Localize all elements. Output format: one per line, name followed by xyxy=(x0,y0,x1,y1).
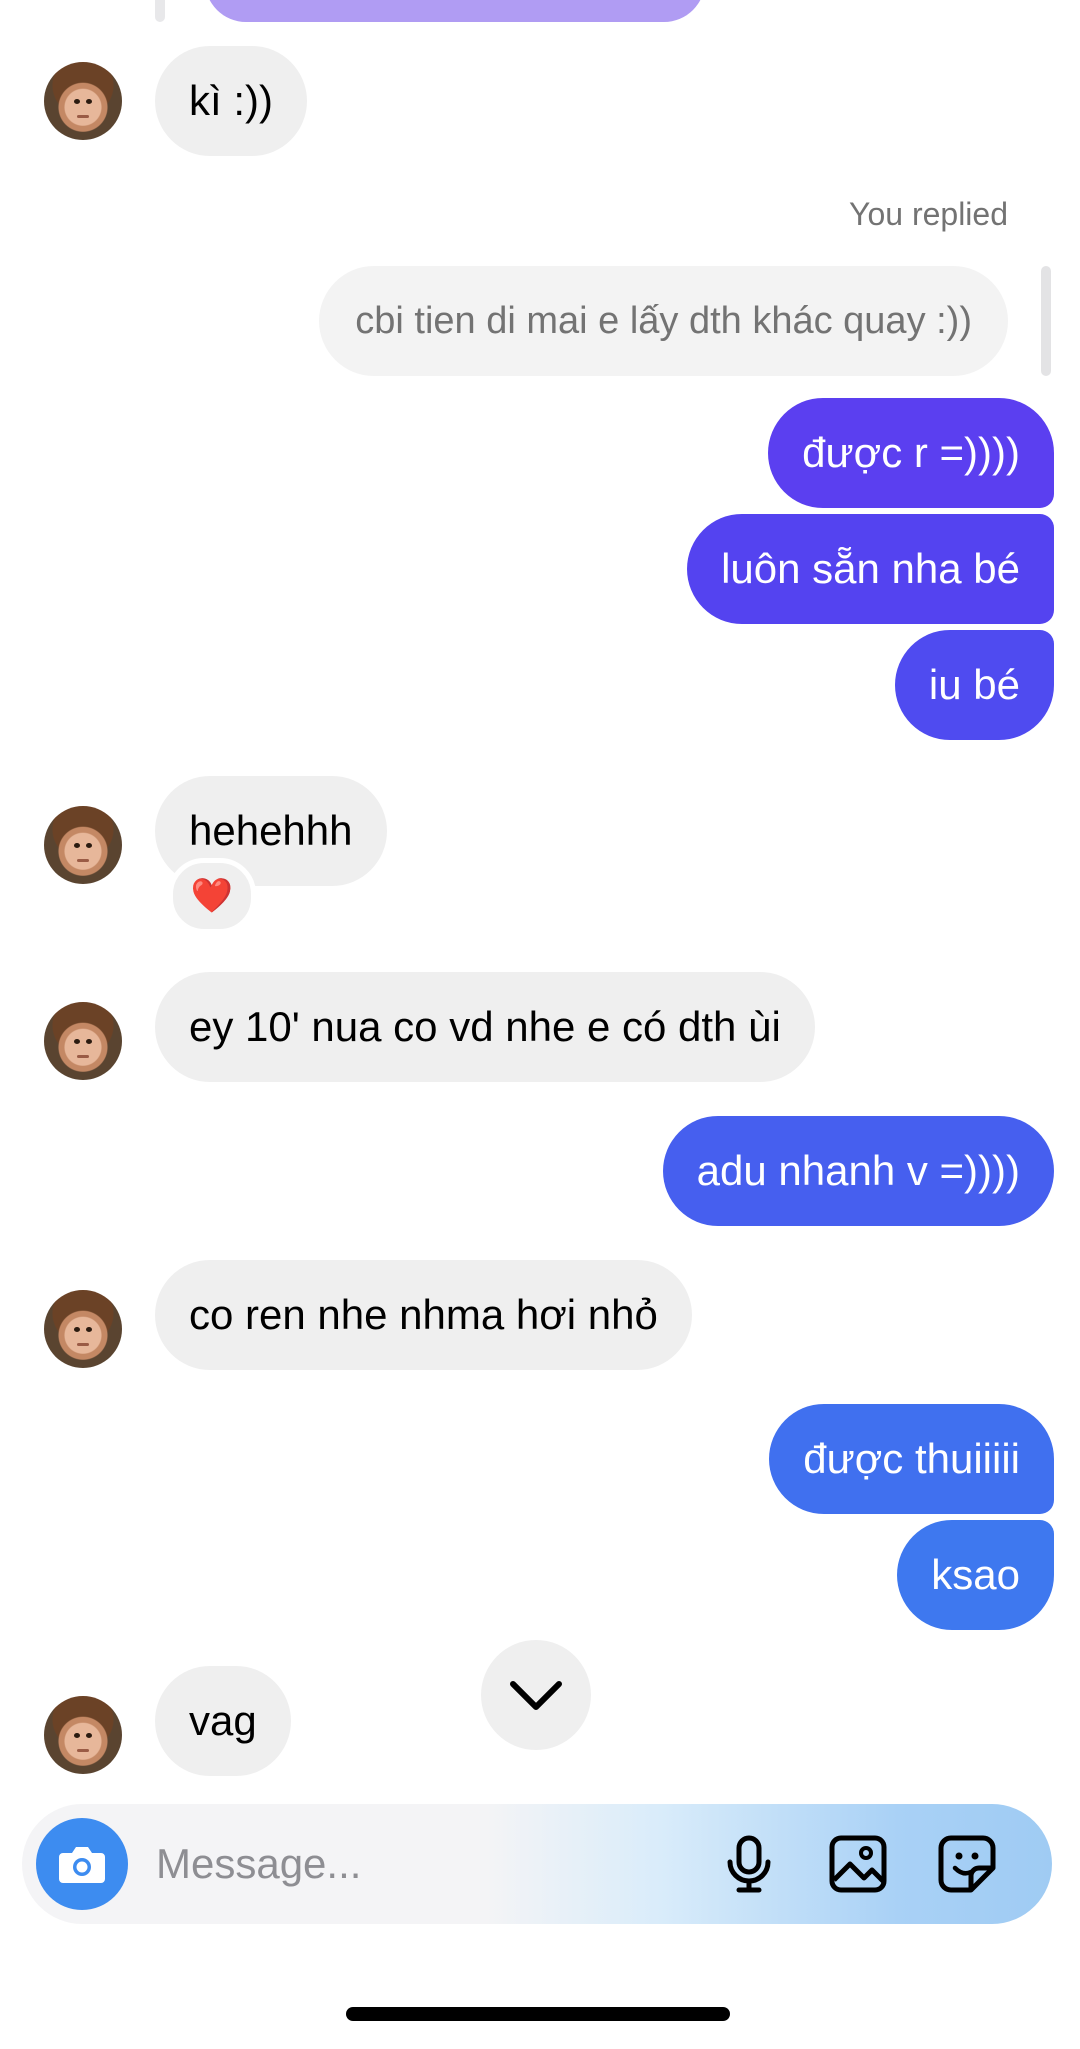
outgoing-message[interactable]: iu bé xyxy=(894,630,1054,740)
incoming-message[interactable]: ey 10' nua co vd nhe e có dth ùi xyxy=(155,972,815,1082)
chevron-down-icon xyxy=(510,1681,562,1710)
avatar[interactable] xyxy=(44,1290,122,1368)
gallery-icon[interactable] xyxy=(828,1834,888,1894)
outgoing-message[interactable]: luôn sẵn nha bé xyxy=(687,514,1054,624)
quote-bar xyxy=(1041,266,1051,376)
avatar[interactable] xyxy=(44,62,122,140)
reply-label: You replied xyxy=(849,196,1008,232)
avatar[interactable] xyxy=(44,1002,122,1080)
incoming-message[interactable]: kì :)) xyxy=(155,46,307,156)
heart-reaction[interactable]: ❤️ xyxy=(168,858,256,934)
outgoing-message[interactable]: được thuiiiii xyxy=(769,1404,1054,1514)
microphone-icon[interactable] xyxy=(719,1834,779,1894)
avatar[interactable] xyxy=(44,1696,122,1774)
scroll-to-bottom-button[interactable] xyxy=(481,1640,591,1750)
home-indicator[interactable] xyxy=(346,2007,730,2021)
camera-icon xyxy=(59,1847,105,1883)
quoted-message[interactable]: cbi tien di mai e lấy dth khác quay :)) xyxy=(319,266,1008,376)
camera-button[interactable] xyxy=(36,1818,128,1910)
avatar[interactable] xyxy=(44,806,122,884)
sticker-icon[interactable] xyxy=(937,1834,997,1894)
reply-connector xyxy=(155,0,165,22)
outgoing-message[interactable]: ksao xyxy=(897,1520,1054,1630)
message-input[interactable]: Message... xyxy=(156,1804,361,1924)
incoming-message[interactable]: vag xyxy=(155,1666,291,1776)
partial-outgoing-bubble[interactable] xyxy=(205,0,705,22)
outgoing-message[interactable]: adu nhanh v =)))) xyxy=(662,1116,1054,1226)
incoming-message[interactable]: co ren nhe nhma hơi nhỏ xyxy=(155,1260,692,1370)
message-composer: Message... xyxy=(22,1804,1052,1924)
outgoing-message[interactable]: được r =)))) xyxy=(768,398,1054,508)
